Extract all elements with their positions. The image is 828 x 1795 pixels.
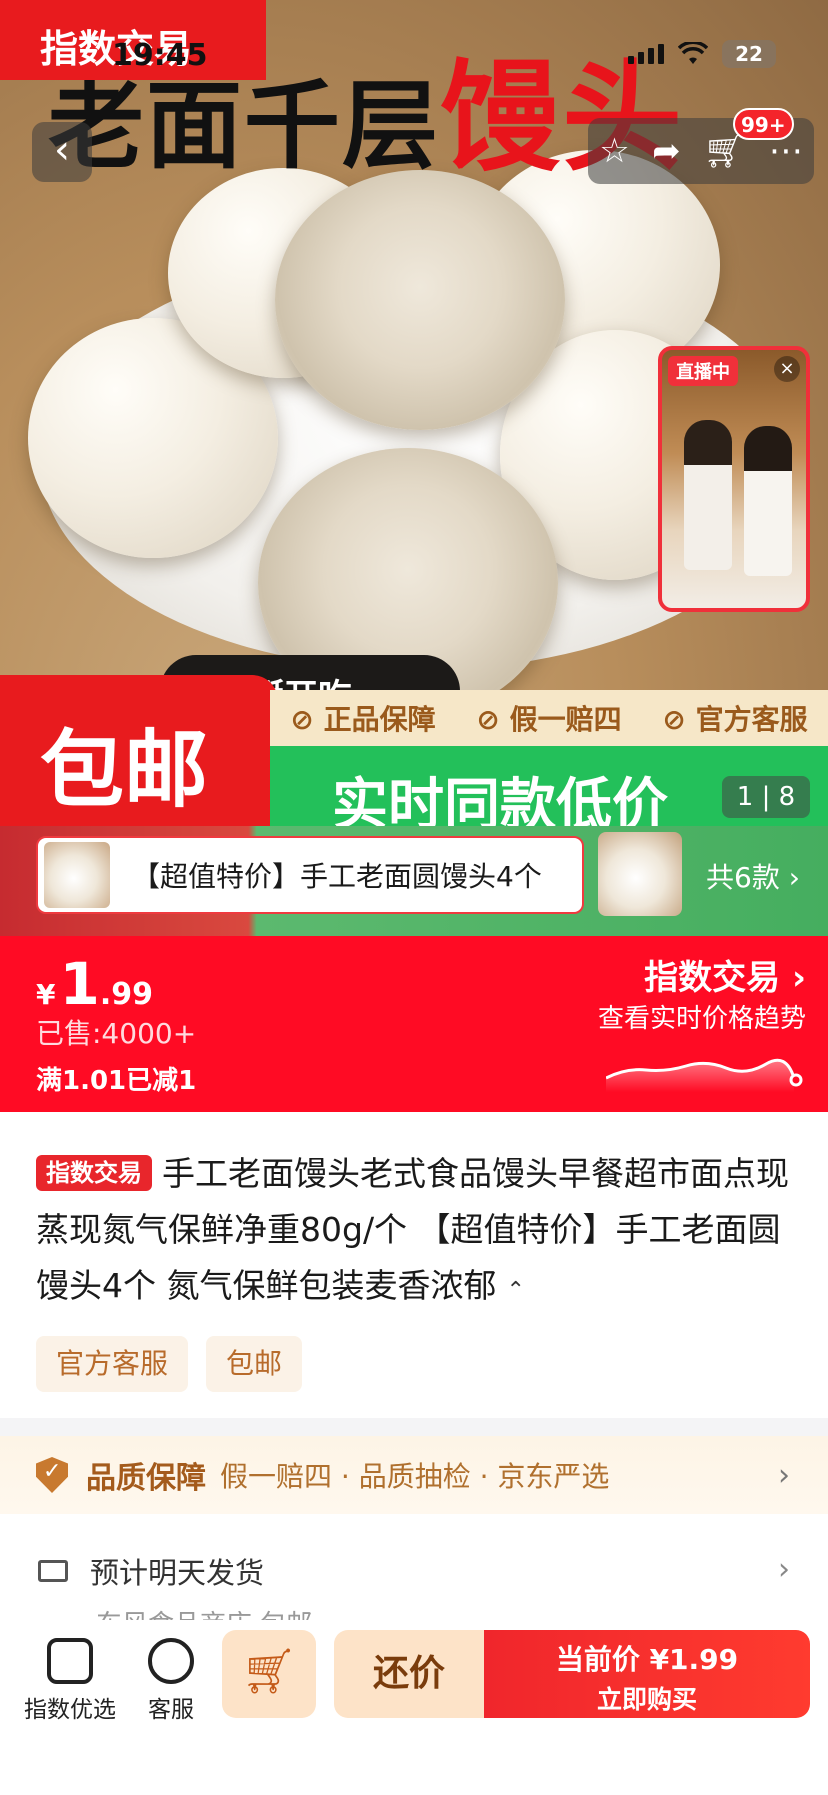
chevron-up-icon[interactable]: ⌃	[507, 1278, 525, 1303]
store-icon	[47, 1638, 93, 1684]
chip-official-service[interactable]: 官方客服	[36, 1336, 189, 1392]
shop-button[interactable]: 指数优选	[24, 1638, 116, 1724]
cart-plus-icon: 🛒︎	[241, 1646, 297, 1697]
price-band: ¥1.99 已售:4000+ 满1.01已减1 指数交易 › 查看实时价格趋势	[0, 936, 828, 1112]
product-title[interactable]: 指数交易 手工老面馒头老式食品馒头早餐超市面点现蒸现氮气保鲜净重80g/个 【超值…	[36, 1146, 806, 1319]
status-icons: 22	[628, 40, 776, 68]
live-stream-window[interactable]: 直播中 ×	[658, 346, 810, 612]
battery-icon: 22	[722, 40, 776, 68]
bottom-action-bar: 指数优选 客服 🛒︎ 还价 当前价 ¥1.99 立即购买	[0, 1620, 828, 1795]
live-close-button[interactable]: ×	[774, 356, 800, 382]
chevron-right-icon: ›	[778, 1552, 790, 1587]
smile-icon	[148, 1638, 194, 1684]
torn-bun-image	[275, 170, 565, 430]
host-figure	[684, 420, 732, 570]
service-chips: 官方客服 包邮	[36, 1336, 303, 1392]
guarantee-item: ⊘ 正品保障	[290, 703, 436, 736]
truck-icon	[38, 1560, 68, 1582]
quality-title: 品质保障	[86, 1461, 206, 1496]
sku-selected-label: 【超值特价】手工老面圆馒头4个	[132, 860, 542, 893]
customer-service-button[interactable]: 客服	[148, 1638, 194, 1724]
add-to-cart-button[interactable]: 🛒︎	[222, 1630, 316, 1718]
chevron-right-icon: ›	[778, 1458, 790, 1493]
price-trend-link[interactable]: 查看实时价格趋势	[598, 998, 806, 1035]
image-page-indicator: 1 | 8	[722, 776, 810, 818]
host-figure	[744, 426, 792, 576]
favorite-star-icon[interactable]: ☆	[599, 131, 629, 171]
price-trend-sparkline	[606, 1058, 803, 1092]
shipping-row[interactable]: 预计明天发货 ›	[0, 1536, 828, 1606]
quality-guarantee-row[interactable]: 品质保障 假一赔四 · 品质抽检 · 京东严选 ›	[0, 1436, 828, 1514]
sku-selected-card[interactable]: 【超值特价】手工老面圆馒头4个	[36, 836, 584, 914]
signal-icon	[628, 44, 664, 64]
section-divider	[0, 1418, 828, 1436]
live-tag: 直播中	[668, 356, 738, 386]
chip-free-shipping[interactable]: 包邮	[206, 1336, 303, 1392]
sku-thumbnail	[44, 842, 110, 908]
wifi-icon	[678, 42, 708, 64]
sku-thumbnail-alt[interactable]	[598, 832, 682, 916]
product-info-section: 指数交易 手工老面馒头老式食品馒头早餐超市面点现蒸现氮气保鲜净重80g/个 【超值…	[0, 1112, 828, 1418]
guarantee-item: ⊘ 假一赔四	[476, 703, 622, 736]
status-time: 19:45	[112, 38, 208, 73]
sold-count: 已售:4000+	[36, 1017, 197, 1050]
index-trade-tag: 指数交易	[36, 1155, 152, 1191]
haggle-button[interactable]: 还价	[334, 1630, 484, 1718]
back-button[interactable]: ‹	[32, 122, 92, 182]
cart-count-badge: 99+	[733, 108, 794, 140]
chevron-left-icon: ‹	[54, 127, 70, 173]
index-trade-link[interactable]: 指数交易 ›	[644, 950, 806, 999]
share-icon[interactable]: ➦	[652, 131, 681, 171]
current-price: ¥1.99	[36, 950, 153, 1018]
guarantee-item: ⊘ 官方客服	[662, 703, 808, 736]
sku-count-link[interactable]: 共6款 ›	[706, 856, 800, 896]
shield-check-icon	[36, 1457, 68, 1493]
shipping-text: 预计明天发货	[90, 1556, 265, 1590]
promotion-text: 满1.01已减1	[36, 1066, 197, 1096]
quality-items: 假一赔四 · 品质抽检 · 京东严选	[220, 1460, 610, 1493]
buy-now-button[interactable]: 当前价 ¥1.99 立即购买	[484, 1630, 810, 1718]
guarantee-strip: ⊘ 正品保障 ⊘ 假一赔四 ⊘ 官方客服	[270, 690, 828, 746]
free-shipping-banner: 包邮	[0, 675, 278, 835]
